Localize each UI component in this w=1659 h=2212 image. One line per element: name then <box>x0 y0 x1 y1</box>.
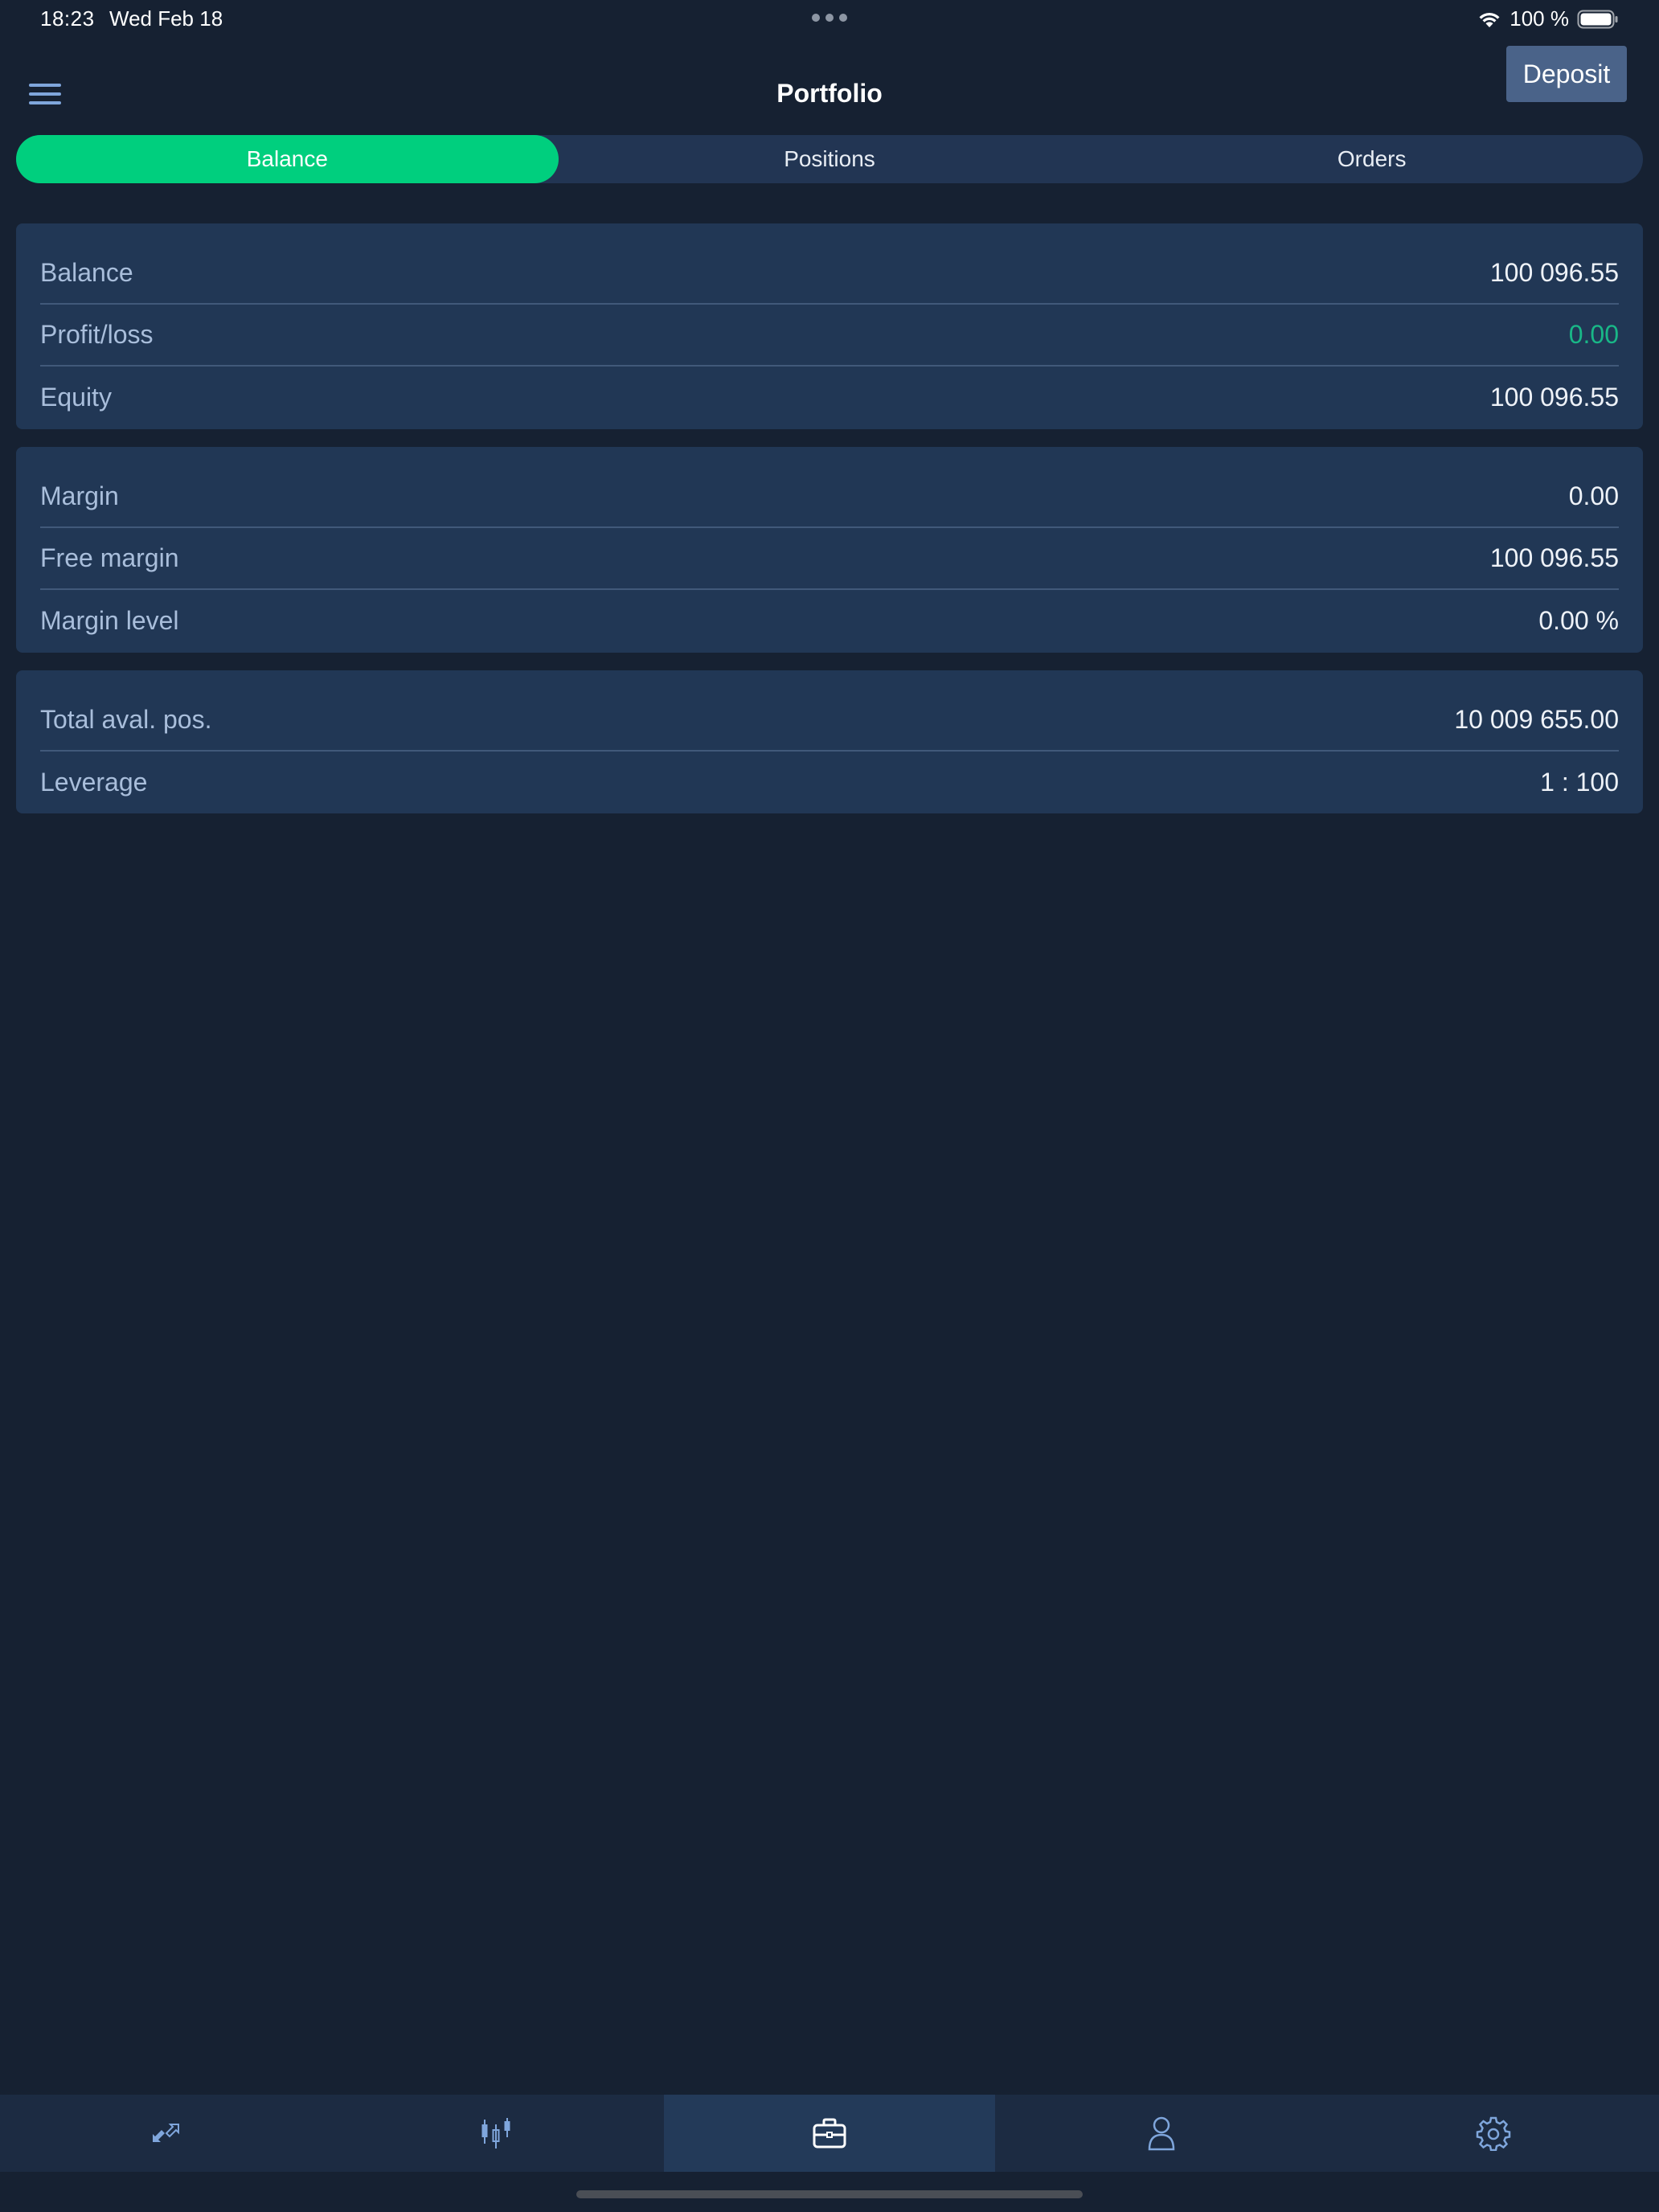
row-value: 0.00 % <box>1538 606 1619 635</box>
row-equity: Equity 100 096.55 <box>40 367 1619 428</box>
row-free-margin: Free margin 100 096.55 <box>40 528 1619 590</box>
status-bar: 18:23 Wed Feb 18 100 % <box>0 0 1659 39</box>
row-margin: Margin 0.00 <box>40 466 1619 528</box>
row-label: Margin <box>40 481 119 510</box>
tab-orders[interactable]: Orders <box>1100 135 1643 183</box>
row-label: Leverage <box>40 768 148 797</box>
trade-arrows-icon <box>153 2124 180 2142</box>
row-value: 10 009 655.00 <box>1454 705 1619 734</box>
nav-settings[interactable] <box>1327 2095 1659 2172</box>
home-indicator[interactable] <box>576 2190 1083 2198</box>
row-margin-level: Margin level 0.00 % <box>40 590 1619 652</box>
portfolio-tabs: Balance Positions Orders <box>16 135 1643 183</box>
row-leverage: Leverage 1 : 100 <box>40 752 1619 813</box>
bottom-navigation <box>0 2095 1659 2172</box>
header: Portfolio Deposit <box>0 39 1659 135</box>
row-value: 0.00 <box>1568 481 1619 510</box>
page-title: Portfolio <box>776 79 883 108</box>
nav-profile[interactable] <box>995 2095 1327 2172</box>
row-value: 1 : 100 <box>1540 768 1619 797</box>
wifi-icon <box>1477 10 1501 29</box>
tab-balance[interactable]: Balance <box>16 135 559 183</box>
nav-charts[interactable] <box>332 2095 664 2172</box>
briefcase-icon <box>813 2118 846 2149</box>
nav-trade[interactable] <box>0 2095 332 2172</box>
status-time: 18:23 <box>40 6 95 31</box>
row-label: Balance <box>40 258 133 287</box>
row-value: 0.00 <box>1568 320 1619 349</box>
user-icon <box>1148 2116 1175 2151</box>
row-total-available-positions: Total aval. pos. 10 009 655.00 <box>40 690 1619 752</box>
nav-portfolio[interactable] <box>663 2095 996 2172</box>
row-label: Total aval. pos. <box>40 705 212 734</box>
gear-icon <box>1476 2116 1510 2151</box>
tab-positions[interactable]: Positions <box>559 135 1101 183</box>
row-label: Profit/loss <box>40 320 154 349</box>
status-date: Wed Feb 18 <box>109 6 223 31</box>
row-value: 100 096.55 <box>1489 543 1619 572</box>
balance-card: Balance 100 096.55 Profit/loss 0.00 Equi… <box>16 223 1643 429</box>
row-value: 100 096.55 <box>1489 258 1619 287</box>
candlestick-chart-icon <box>481 2118 510 2149</box>
status-indicators: 100 % <box>1477 6 1619 31</box>
row-label: Free margin <box>40 543 179 572</box>
leverage-card: Total aval. pos. 10 009 655.00 Leverage … <box>16 670 1643 813</box>
margin-card: Margin 0.00 Free margin 100 096.55 Margi… <box>16 447 1643 653</box>
row-label: Equity <box>40 383 112 412</box>
deposit-button[interactable]: Deposit <box>1506 46 1627 102</box>
row-label: Margin level <box>40 606 179 635</box>
row-balance: Balance 100 096.55 <box>40 243 1619 305</box>
row-profit-loss: Profit/loss 0.00 <box>40 305 1619 367</box>
multitasking-dots-icon[interactable] <box>812 14 847 22</box>
battery-icon <box>1577 10 1619 29</box>
row-value: 100 096.55 <box>1489 383 1619 412</box>
battery-percent: 100 % <box>1509 6 1569 31</box>
